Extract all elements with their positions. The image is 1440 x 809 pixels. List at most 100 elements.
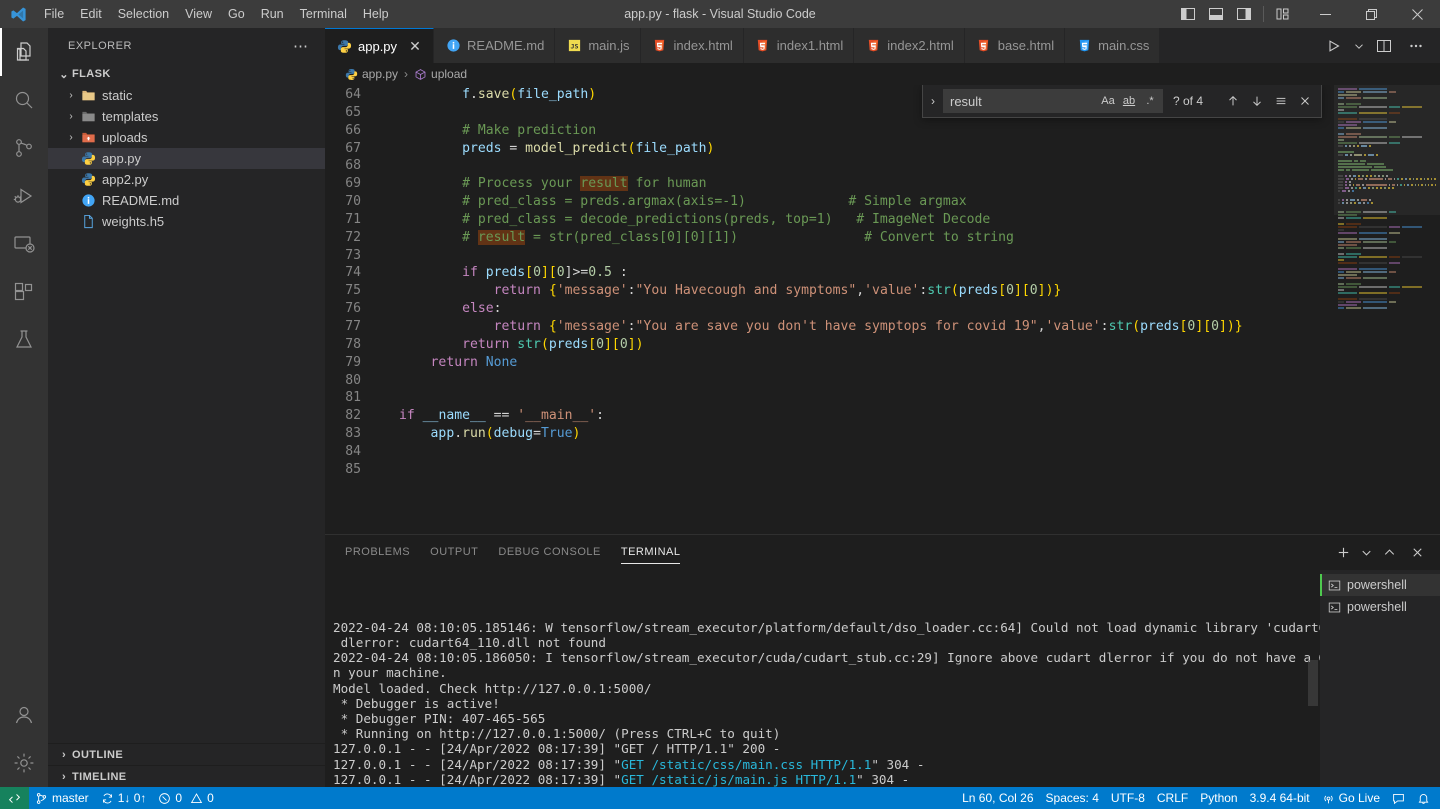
tab-index-html[interactable]: index.html <box>640 28 744 63</box>
code-line[interactable]: 74 if preds[0][0]>=0.5 : <box>325 264 1334 282</box>
remote-indicator-icon[interactable] <box>0 787 29 809</box>
tree-item-uploads[interactable]: › uploads <box>48 127 325 148</box>
status-language-mode[interactable]: Python <box>1194 787 1243 809</box>
code-line[interactable]: 67 preds = model_predict(file_path) <box>325 140 1334 158</box>
minimap-slider[interactable] <box>1334 85 1440 215</box>
status-encoding[interactable]: UTF-8 <box>1105 787 1151 809</box>
run-options-dropdown[interactable] <box>1352 28 1366 63</box>
activity-remote-explorer[interactable] <box>0 220 48 268</box>
close-find-button[interactable] <box>1295 91 1315 111</box>
run-python-file-button[interactable] <box>1320 28 1348 63</box>
tree-item-readme-md[interactable]: README.md <box>48 190 325 211</box>
tab-close-icon[interactable]: ✕ <box>407 39 423 53</box>
activity-source-control[interactable] <box>0 124 48 172</box>
new-terminal-button[interactable] <box>1330 540 1356 566</box>
activity-accounts[interactable] <box>0 691 48 739</box>
maximize-panel-button[interactable] <box>1376 540 1402 566</box>
customize-layout-icon[interactable] <box>1270 0 1296 28</box>
next-match-button[interactable] <box>1247 91 1267 111</box>
tab-main-js[interactable]: JS main.js <box>555 28 641 63</box>
terminal-instance-2[interactable]: powershell <box>1320 596 1440 618</box>
status-indentation[interactable]: Spaces: 4 <box>1040 787 1105 809</box>
minimize-button[interactable] <box>1302 0 1348 28</box>
terminal-instance-1[interactable]: powershell <box>1320 574 1440 597</box>
terminal-output[interactable]: 2022-04-24 08:10:05.185146: W tensorflow… <box>325 570 1320 787</box>
match-case-option[interactable]: Aa <box>1098 91 1118 111</box>
search-input[interactable]: result <box>950 94 1098 109</box>
status-notifications[interactable] <box>1411 787 1436 809</box>
explorer-more-actions-button[interactable]: ⋯ <box>293 37 319 55</box>
code-line[interactable]: 76 else: <box>325 300 1334 318</box>
status-sync[interactable]: 1↓ 0↑ <box>95 787 153 809</box>
status-branch[interactable]: master <box>29 787 95 809</box>
panel-tab-terminal[interactable]: TERMINAL <box>620 535 681 570</box>
explorer-folder-header[interactable]: ⌄ FLASK <box>48 63 325 85</box>
tree-item-weights-h5[interactable]: weights.h5 <box>48 211 325 232</box>
activity-explorer[interactable] <box>0 28 48 76</box>
sidebar-section-timeline[interactable]: › TIMELINE <box>48 765 325 787</box>
breadcrumb-item-file[interactable]: app.py <box>345 67 398 81</box>
activity-extensions[interactable] <box>0 268 48 316</box>
code-content[interactable]: 64 f.save(file_path) 65 66 # Make predicti… <box>325 85 1334 479</box>
toggle-panel-icon[interactable] <box>1203 0 1229 28</box>
tab-app-py[interactable]: app.py ✕ <box>325 28 435 63</box>
tree-item-app2-py[interactable]: app2.py <box>48 169 325 190</box>
menu-run[interactable]: Run <box>253 0 292 28</box>
code-line[interactable]: 68 <box>325 157 1334 175</box>
code-line[interactable]: 73 <box>325 247 1334 265</box>
status-feedback[interactable] <box>1386 787 1411 809</box>
toggle-primary-sidebar-icon[interactable] <box>1175 0 1201 28</box>
editor-minimap[interactable] <box>1334 85 1440 535</box>
menu-selection[interactable]: Selection <box>110 0 177 28</box>
toggle-replace-icon[interactable]: › <box>923 94 943 108</box>
activity-run-debug[interactable] <box>0 172 48 220</box>
code-line[interactable]: 72 # result = str(pred_class[0][0][1]) #… <box>325 229 1334 247</box>
status-problems[interactable]: 0 0 <box>152 787 219 809</box>
close-button[interactable] <box>1394 0 1440 28</box>
status-cursor-position[interactable]: Ln 60, Col 26 <box>956 787 1039 809</box>
code-line[interactable]: 82 if __name__ == '__main__': <box>325 407 1334 425</box>
match-whole-word-option[interactable]: ab <box>1119 91 1139 111</box>
use-regex-option[interactable]: .* <box>1140 91 1160 111</box>
close-panel-button[interactable] <box>1404 540 1430 566</box>
tree-item-static[interactable]: › static <box>48 85 325 106</box>
code-line[interactable]: 81 <box>325 389 1334 407</box>
tab-readme-md[interactable]: README.md <box>434 28 556 63</box>
tree-item-app-py[interactable]: app.py <box>48 148 325 169</box>
status-go-live[interactable]: Go Live <box>1316 787 1386 809</box>
code-line[interactable]: 70 # pred_class = preds.argmax(axis=-1) … <box>325 193 1334 211</box>
terminal-profile-dropdown[interactable] <box>1358 540 1374 566</box>
terminal-scrollbar-thumb[interactable] <box>1308 660 1318 707</box>
code-line[interactable]: 77 return {'message':"You are save you d… <box>325 318 1334 336</box>
menu-help[interactable]: Help <box>355 0 397 28</box>
activity-search[interactable] <box>0 76 48 124</box>
code-line[interactable]: 71 # pred_class = decode_predictions(pre… <box>325 211 1334 229</box>
menu-terminal[interactable]: Terminal <box>292 0 355 28</box>
find-input-box[interactable]: result Aa ab .* <box>943 89 1163 113</box>
status-python-interpreter[interactable]: 3.9.4 64-bit <box>1244 787 1316 809</box>
split-editor-right-button[interactable] <box>1370 28 1398 63</box>
code-line[interactable]: 84 <box>325 443 1334 461</box>
code-line[interactable]: 66 # Make prediction <box>325 122 1334 140</box>
panel-tab-problems[interactable]: PROBLEMS <box>345 535 410 570</box>
toggle-secondary-sidebar-icon[interactable] <box>1231 0 1257 28</box>
menu-file[interactable]: File <box>36 0 72 28</box>
code-line[interactable]: 78 return str(preds[0][0]) <box>325 336 1334 354</box>
menu-go[interactable]: Go <box>220 0 253 28</box>
find-in-selection-button[interactable] <box>1271 91 1291 111</box>
code-line[interactable]: 85 <box>325 461 1334 479</box>
code-line[interactable]: 69 # Process your result for human <box>325 175 1334 193</box>
activity-testing[interactable] <box>0 316 48 364</box>
panel-tab-debug-console[interactable]: DEBUG CONSOLE <box>498 535 600 570</box>
code-line[interactable]: 80 <box>325 372 1334 390</box>
sidebar-section-outline[interactable]: › OUTLINE <box>48 743 325 765</box>
more-editor-actions-button[interactable] <box>1402 28 1430 63</box>
activity-settings[interactable] <box>0 739 48 787</box>
tab-index1-html[interactable]: index1.html <box>743 28 855 63</box>
code-line[interactable]: 75 return {'message':"You Havecough and … <box>325 282 1334 300</box>
tree-item-templates[interactable]: › templates <box>48 106 325 127</box>
code-line[interactable]: 79 return None <box>325 354 1334 372</box>
code-scroll-area[interactable]: 64 f.save(file_path) 65 66 # Make predicti… <box>325 85 1334 534</box>
panel-tab-output[interactable]: OUTPUT <box>430 535 478 570</box>
maximize-button[interactable] <box>1348 0 1394 28</box>
